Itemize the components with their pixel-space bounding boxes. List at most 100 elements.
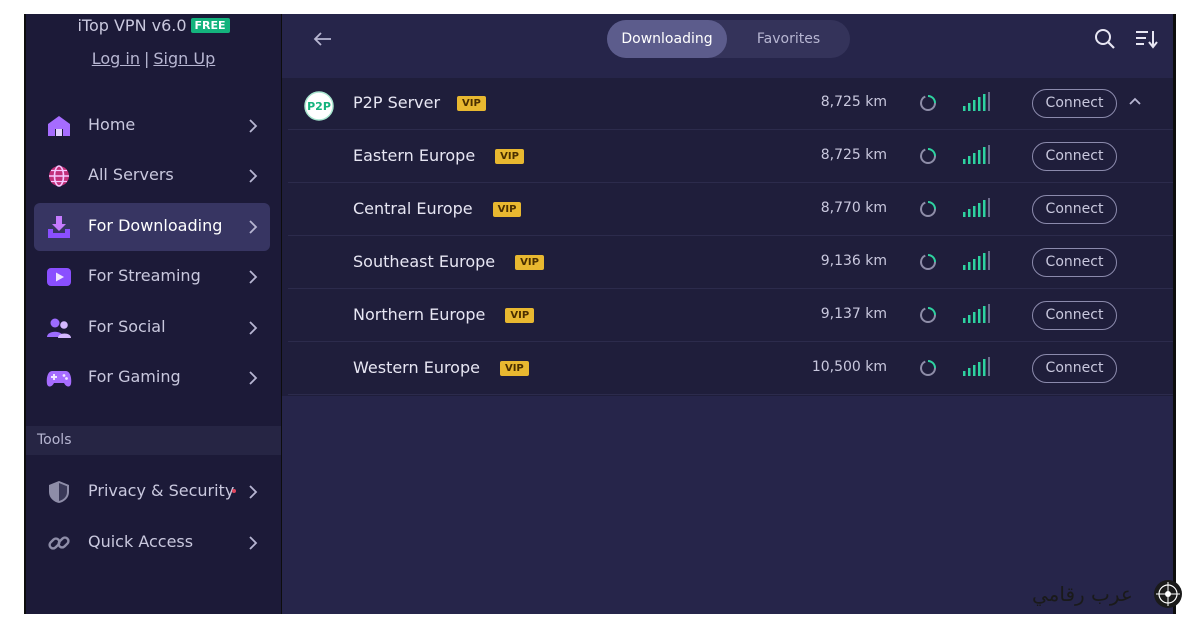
globe-icon <box>49 165 69 187</box>
row-divider <box>288 341 1173 342</box>
loading-spinner-icon <box>920 148 936 164</box>
chevron-up-icon[interactable] <box>1128 96 1142 106</box>
server-name-text: Southeast Europe <box>353 252 496 271</box>
signal-strength-icon <box>963 304 990 323</box>
app-title: iTop VPN v6.0 FREE <box>26 16 281 35</box>
server-name-text: Western Europe <box>353 358 480 377</box>
server-distance: 9,136 km <box>820 253 887 269</box>
p2p-logo-text: P2P <box>307 100 331 113</box>
sidebar-item-label: For Social <box>88 317 166 336</box>
vip-badge: VIP <box>492 202 522 217</box>
server-row[interactable]: Northern Europe VIP 9,137 km Connect <box>282 290 1173 342</box>
home-icon <box>48 116 70 136</box>
sidebar-item-label: For Streaming <box>88 266 201 285</box>
server-distance: 8,725 km <box>820 94 887 110</box>
server-row[interactable]: P2P P2P Server VIP 8,725 km Connect <box>282 78 1173 130</box>
app-title-text: iTop VPN v6.0 <box>77 16 187 35</box>
loading-spinner-icon <box>920 254 936 270</box>
loading-spinner-icon <box>920 95 936 111</box>
chevron-right-icon <box>249 371 258 385</box>
play-icon <box>47 268 71 286</box>
server-name: Northern Europe VIP <box>353 305 535 324</box>
vip-badge: VIP <box>505 308 535 323</box>
back-arrow-icon[interactable] <box>312 28 334 50</box>
connect-button[interactable]: Connect <box>1032 195 1117 224</box>
watermark-text: عرب رقامي <box>1032 582 1133 606</box>
sidebar-item-for-social[interactable]: For Social <box>34 304 270 352</box>
chevron-right-icon <box>249 169 258 183</box>
row-divider <box>288 129 1173 130</box>
chevron-right-icon <box>249 536 258 550</box>
connect-button[interactable]: Connect <box>1032 354 1117 383</box>
server-name: P2P Server VIP <box>353 93 486 112</box>
sidebar-item-label: For Downloading <box>88 216 223 235</box>
download-icon <box>48 216 70 238</box>
sidebar-item-for-streaming[interactable]: For Streaming <box>34 253 270 301</box>
chevron-right-icon <box>249 220 258 234</box>
sidebar-item-privacy-security[interactable]: Privacy & Security <box>34 468 270 516</box>
vip-badge: VIP <box>499 361 529 376</box>
chevron-right-icon <box>249 119 258 133</box>
sidebar-item-for-downloading[interactable]: For Downloading <box>34 203 270 251</box>
server-row[interactable]: Central Europe VIP 8,770 km Connect <box>282 184 1173 236</box>
sidebar-item-label: Quick Access <box>88 532 194 551</box>
server-row[interactable]: Southeast Europe VIP 9,136 km Connect <box>282 237 1173 289</box>
signal-strength-icon <box>963 145 990 164</box>
signal-strength-icon <box>963 357 990 376</box>
server-list: P2P P2P Server VIP 8,725 km Connect Easte… <box>282 78 1173 396</box>
link-icon <box>48 536 70 550</box>
row-divider <box>288 235 1173 236</box>
sidebar-item-label: For Gaming <box>88 367 181 386</box>
server-name: Southeast Europe VIP <box>353 252 544 271</box>
server-name-text: Northern Europe <box>353 305 486 324</box>
sidebar-item-quick-access[interactable]: Quick Access <box>34 519 270 567</box>
tools-section-header: Tools <box>26 426 281 455</box>
tab-favorites[interactable]: Favorites <box>727 20 850 58</box>
loading-spinner-icon <box>920 360 936 376</box>
server-row[interactable]: Western Europe VIP 10,500 km Connect <box>282 343 1173 395</box>
loading-spinner-icon <box>920 201 936 217</box>
row-divider <box>288 182 1173 183</box>
server-name: Eastern Europe VIP <box>353 146 524 165</box>
gamepad-icon <box>46 371 72 387</box>
sort-icon[interactable] <box>1134 28 1158 50</box>
p2p-logo-icon: P2P <box>304 91 334 121</box>
free-badge: FREE <box>190 18 230 33</box>
loading-spinner-icon <box>920 307 936 323</box>
shield-icon <box>49 481 69 503</box>
server-name: Western Europe VIP <box>353 358 529 377</box>
auth-links: Log in | Sign Up <box>26 49 281 68</box>
sidebar-item-home[interactable]: Home <box>34 102 270 150</box>
server-row[interactable]: Eastern Europe VIP 8,725 km Connect <box>282 131 1173 183</box>
main-panel: Downloading Favorites P2P P2P Server VIP … <box>282 14 1173 614</box>
login-link[interactable]: Log in <box>92 49 140 68</box>
watermark-logo-icon <box>1154 580 1182 608</box>
server-distance: 9,137 km <box>820 306 887 322</box>
watermark: عرب رقامي <box>1032 576 1192 612</box>
people-icon <box>47 318 71 338</box>
tab-switcher: Downloading Favorites <box>607 20 850 58</box>
sidebar: iTop VPN v6.0 FREE Log in | Sign Up Home Al… <box>26 14 281 614</box>
server-name-text: P2P Server <box>353 93 441 112</box>
sidebar-item-for-gaming[interactable]: For Gaming <box>34 354 270 402</box>
connect-button[interactable]: Connect <box>1032 89 1117 118</box>
row-divider <box>288 288 1173 289</box>
server-distance: 8,770 km <box>820 200 887 216</box>
chevron-right-icon <box>249 485 258 499</box>
server-name-text: Eastern Europe <box>353 146 476 165</box>
sidebar-item-all-servers[interactable]: All Servers <box>34 152 270 200</box>
vip-badge: VIP <box>495 149 524 164</box>
signal-strength-icon <box>963 92 990 111</box>
connect-button[interactable]: Connect <box>1032 301 1117 330</box>
notification-dot <box>232 489 236 493</box>
tab-downloading[interactable]: Downloading <box>607 20 727 58</box>
signup-link[interactable]: Sign Up <box>153 49 215 68</box>
connect-button[interactable]: Connect <box>1032 142 1117 171</box>
vip-badge: VIP <box>457 96 486 111</box>
auth-separator: | <box>144 49 150 68</box>
chevron-right-icon <box>249 321 258 335</box>
signal-strength-icon <box>963 198 990 217</box>
sidebar-item-label: Home <box>88 115 136 134</box>
connect-button[interactable]: Connect <box>1032 248 1117 277</box>
search-icon[interactable] <box>1094 28 1116 50</box>
